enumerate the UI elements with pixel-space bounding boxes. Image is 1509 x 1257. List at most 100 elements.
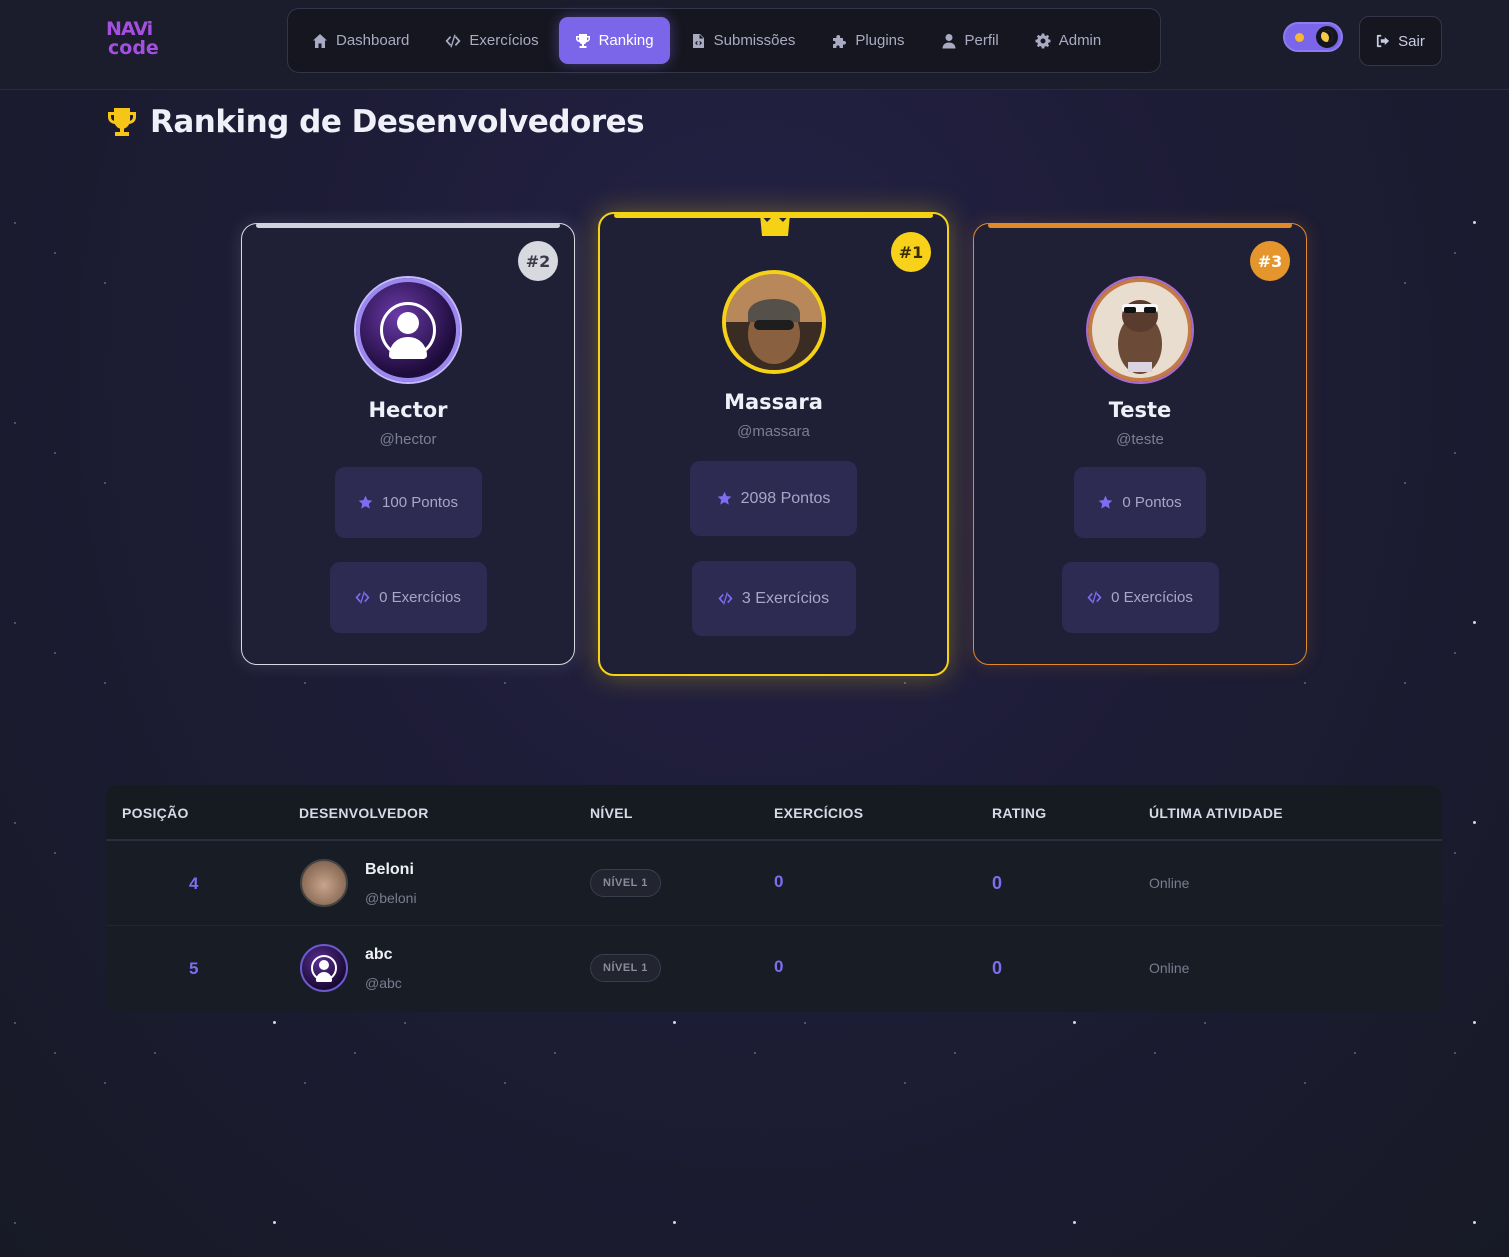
exercises-stat: 0 Exercícios xyxy=(1061,562,1219,633)
trophy-icon xyxy=(575,33,590,48)
code-icon xyxy=(445,34,461,47)
row-rating: 0 xyxy=(992,958,1003,978)
row-user-name[interactable]: abc xyxy=(365,946,393,964)
row-user-handle: @beloni xyxy=(365,890,417,906)
sign-out-icon xyxy=(1377,34,1390,48)
user-handle: @hector xyxy=(379,431,437,448)
page-title: Ranking de Desenvolvedores xyxy=(106,104,645,140)
podium-card-third[interactable]: #3 Teste @teste 0 Pontos 0 Exercícios xyxy=(973,223,1307,665)
nav-item-label: Exercícios xyxy=(469,32,539,49)
sun-icon xyxy=(1295,33,1304,42)
row-last-activity: Online xyxy=(1149,875,1190,891)
exercises-stat: 0 Exercícios xyxy=(329,562,487,633)
avatar-photo xyxy=(721,270,826,374)
crown-icon xyxy=(760,214,790,236)
card-accent-line xyxy=(256,223,560,228)
table-header: POSIÇÃO DESENVOLVEDOR NÍVEL EXERCÍCIOS R… xyxy=(106,785,1442,841)
column-header-position[interactable]: POSIÇÃO xyxy=(122,805,189,821)
user-name: Massara xyxy=(724,390,823,414)
column-header-last-activity[interactable]: ÚLTIMA ATIVIDADE xyxy=(1149,805,1283,821)
rank-badge: #1 xyxy=(891,232,931,272)
points-label: 100 Pontos xyxy=(382,494,458,511)
trophy-icon xyxy=(108,108,136,136)
row-user-name[interactable]: Beloni xyxy=(365,861,414,879)
top-navigation-bar: NAVi code Dashboard Exercícios Ranking S… xyxy=(0,0,1509,90)
rank-badge: #3 xyxy=(1250,241,1290,281)
nav-item-plugins[interactable]: Plugins xyxy=(815,17,920,64)
default-user-icon xyxy=(380,302,436,359)
points-stat: 100 Pontos xyxy=(334,467,482,538)
logo-text-bottom: code xyxy=(108,37,159,59)
file-code-icon xyxy=(692,33,704,48)
theme-toggle[interactable] xyxy=(1283,22,1343,52)
user-icon xyxy=(942,33,956,48)
podium-card-second[interactable]: #2 Hector @hector 100 Pontos 0 Exercício… xyxy=(241,223,575,665)
user-name: Teste xyxy=(1108,398,1172,422)
nav-item-label: Submissões xyxy=(713,32,796,49)
navicode-logo[interactable]: NAVi code xyxy=(106,20,166,62)
column-header-rating[interactable]: RATING xyxy=(992,805,1046,821)
avatar-photo xyxy=(300,859,348,907)
table-row[interactable]: 5 abc @abc NÍVEL 1 0 0 Online xyxy=(106,926,1442,1011)
code-icon xyxy=(355,591,370,604)
ranking-table: POSIÇÃO DESENVOLVEDOR NÍVEL EXERCÍCIOS R… xyxy=(106,785,1442,1012)
row-last-activity: Online xyxy=(1149,960,1190,976)
moon-icon xyxy=(1321,30,1333,42)
points-label: 2098 Pontos xyxy=(740,489,831,507)
default-user-icon xyxy=(311,955,337,982)
page-title-text: Ranking de Desenvolvedores xyxy=(150,104,645,140)
rank-badge: #2 xyxy=(518,241,558,281)
avatar xyxy=(300,944,348,992)
level-badge: NÍVEL 1 xyxy=(590,954,661,982)
puzzle-icon xyxy=(833,34,847,48)
points-stat: 2098 Pontos xyxy=(690,461,857,536)
exercises-stat: 3 Exercícios xyxy=(691,561,856,636)
user-photo xyxy=(1092,282,1188,378)
column-header-developer[interactable]: DESENVOLVEDOR xyxy=(299,805,429,821)
exercises-label: 3 Exercícios xyxy=(741,589,830,607)
code-icon xyxy=(718,592,733,605)
user-name: Hector xyxy=(368,398,448,422)
user-handle: @teste xyxy=(1116,431,1164,448)
code-icon xyxy=(1087,591,1102,604)
nav-item-label: Ranking xyxy=(598,32,654,49)
points-label: 0 Pontos xyxy=(1122,494,1182,511)
table-row[interactable]: 4 Beloni @beloni NÍVEL 1 0 0 Online xyxy=(106,841,1442,926)
nav-item-label: Dashboard xyxy=(336,32,410,49)
exercises-label: 0 Exercícios xyxy=(1111,589,1193,606)
row-user-handle: @abc xyxy=(365,975,402,991)
row-exercises: 0 xyxy=(774,957,784,976)
level-badge: NÍVEL 1 xyxy=(590,869,661,897)
nav-item-label: Admin xyxy=(1058,32,1102,49)
podium-card-first[interactable]: #1 Massara @massara 2098 Pontos 3 Exercí… xyxy=(598,212,949,676)
card-accent-line xyxy=(988,223,1292,228)
main-nav: Dashboard Exercícios Ranking Submissões … xyxy=(287,8,1161,73)
avatar xyxy=(356,278,460,382)
nav-item-submissions[interactable]: Submissões xyxy=(674,17,812,64)
row-exercises: 0 xyxy=(774,872,784,891)
user-handle: @massara xyxy=(737,423,810,440)
star-icon xyxy=(1099,495,1113,509)
row-position: 4 xyxy=(189,874,199,893)
nav-item-exercises[interactable]: Exercícios xyxy=(429,17,554,64)
home-icon xyxy=(313,33,327,48)
nav-item-label: Plugins xyxy=(855,32,905,49)
nav-item-profile[interactable]: Perfil xyxy=(925,17,1015,64)
column-header-exercises[interactable]: EXERCÍCIOS xyxy=(774,805,863,821)
logout-button[interactable]: Sair xyxy=(1359,16,1442,66)
star-icon xyxy=(358,495,373,509)
avatar-photo xyxy=(1088,278,1192,382)
nav-item-label: Perfil xyxy=(964,32,999,49)
nav-item-ranking[interactable]: Ranking xyxy=(558,17,670,64)
nav-item-dashboard[interactable]: Dashboard xyxy=(296,17,425,64)
row-rating: 0 xyxy=(992,873,1003,893)
nav-item-admin[interactable]: Admin xyxy=(1019,17,1118,64)
exercises-label: 0 Exercícios xyxy=(379,589,461,606)
gear-icon xyxy=(1035,33,1051,48)
column-header-level[interactable]: NÍVEL xyxy=(590,805,633,821)
logout-label: Sair xyxy=(1398,32,1425,50)
user-photo xyxy=(725,274,822,370)
star-icon xyxy=(717,491,731,505)
points-stat: 0 Pontos xyxy=(1074,467,1206,538)
row-position: 5 xyxy=(189,959,199,978)
